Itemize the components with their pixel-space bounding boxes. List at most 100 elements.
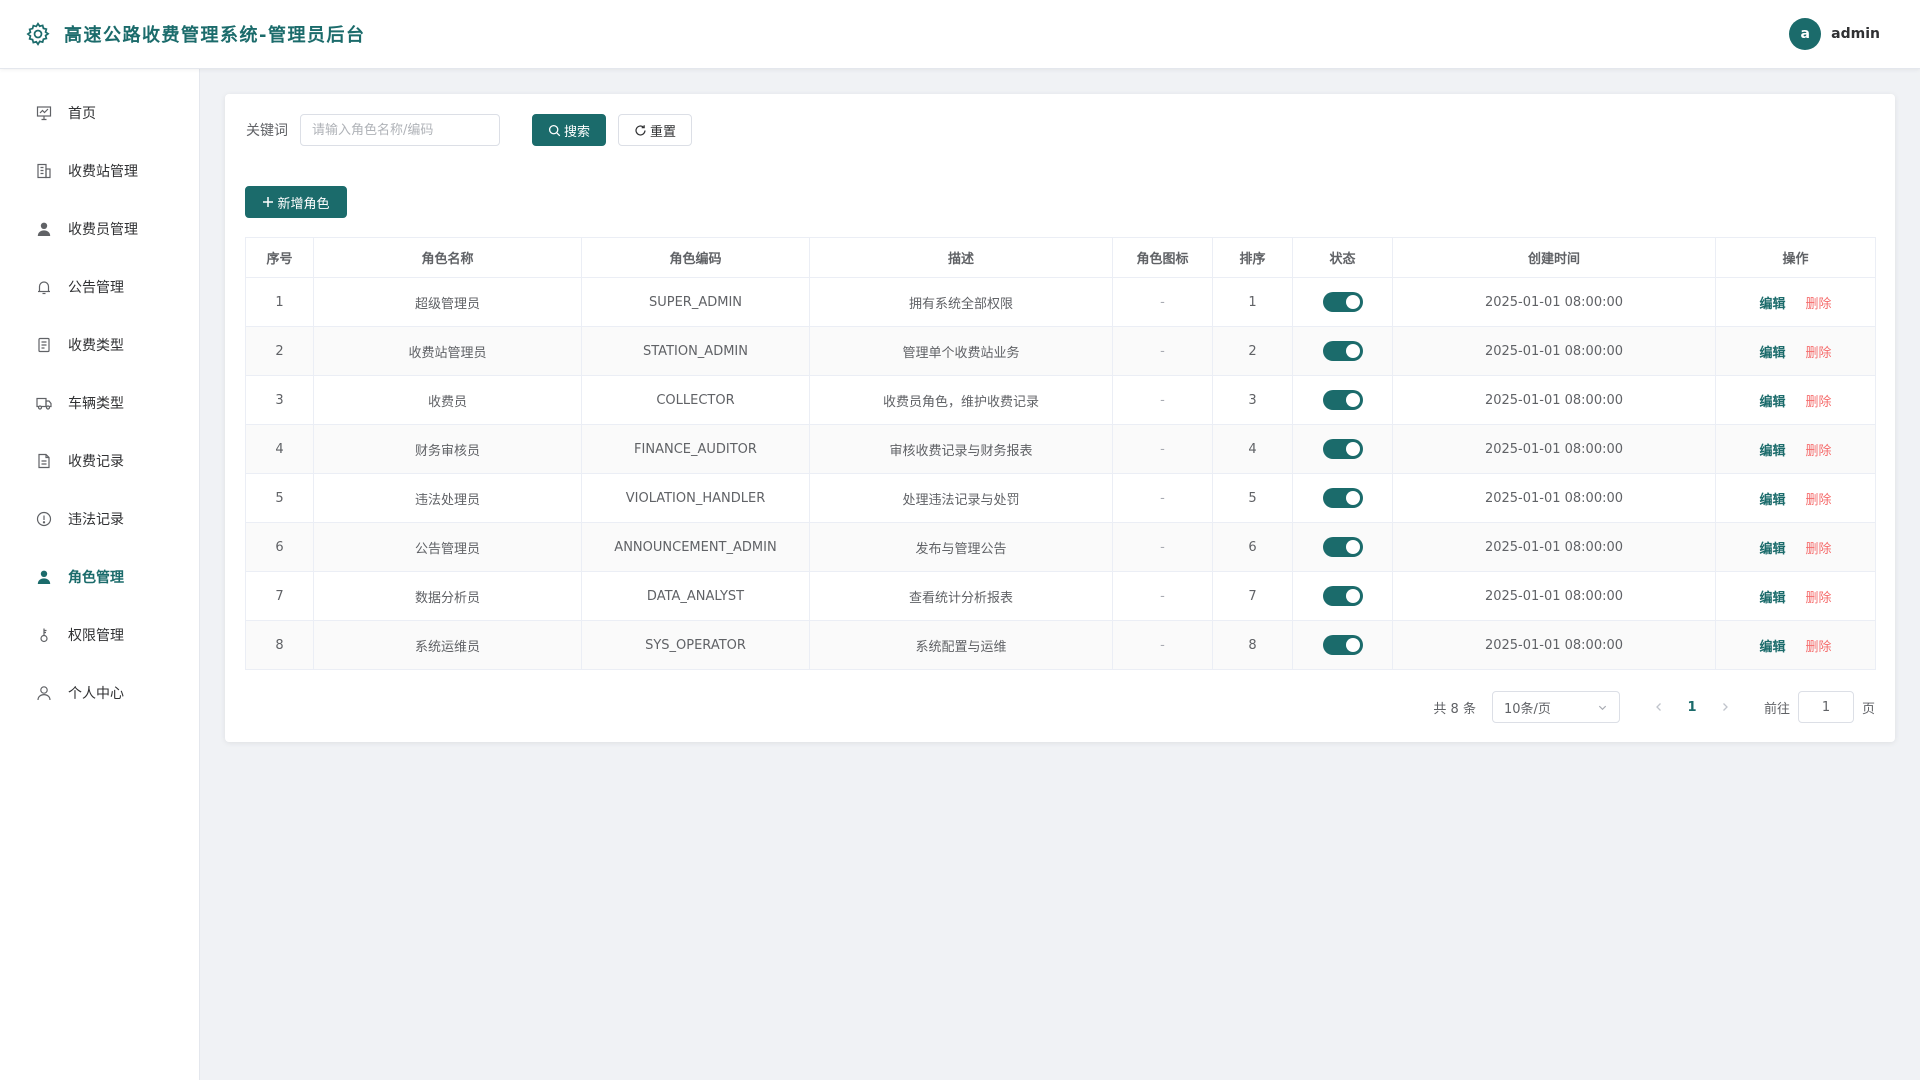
- page-number-button[interactable]: 1: [1677, 691, 1707, 723]
- sidebar-item-profile[interactable]: 个人中心: [0, 664, 199, 722]
- actions-cell: 编辑 删除: [1715, 375, 1876, 425]
- edit-button[interactable]: 编辑: [1759, 297, 1785, 312]
- role-code: COLLECTOR: [581, 375, 810, 425]
- chevron-right-icon: [1723, 703, 1728, 711]
- role-name: 系统运维员: [313, 620, 582, 670]
- created-time: 2025-01-01 08:00:00: [1392, 424, 1716, 474]
- edit-button[interactable]: 编辑: [1759, 346, 1785, 361]
- role-sort: 4: [1212, 424, 1293, 474]
- reset-button[interactable]: 重置: [618, 114, 692, 146]
- delete-button[interactable]: 删除: [1806, 444, 1832, 459]
- edit-button[interactable]: 编辑: [1759, 444, 1785, 459]
- sidebar-item-collectors[interactable]: 收费员管理: [0, 200, 199, 258]
- add-role-button-label: 新增角色: [277, 196, 330, 212]
- delete-button[interactable]: 删除: [1806, 591, 1832, 606]
- search-input[interactable]: [300, 114, 500, 146]
- table-row: 5 违法处理员 VIOLATION_HANDLER 处理违法记录与处罚 -5 2025-0…: [245, 473, 1876, 523]
- sidebar-item-announcements[interactable]: 公告管理: [0, 258, 199, 316]
- status-toggle[interactable]: [1322, 537, 1363, 557]
- prev-page-button[interactable]: [1644, 691, 1674, 723]
- sidebar-item-violations[interactable]: 违法记录: [0, 490, 199, 548]
- column-header: 状态: [1292, 237, 1393, 278]
- status-toggle[interactable]: [1322, 586, 1363, 606]
- list-doc-icon: [34, 335, 54, 355]
- table-row: 6 公告管理员 ANNOUNCEMENT_ADMIN 发布与管理公告 -6 2025-01…: [245, 522, 1876, 572]
- refresh-icon: [635, 124, 646, 136]
- role-icon-value: -: [1112, 424, 1213, 474]
- roles-table: 序号 角色名称 角色编码 描述 角色图标 排序 状态 创建时间 操作 1 超级管理…: [245, 237, 1876, 670]
- column-header: 角色编码: [581, 237, 810, 278]
- sidebar-item-fee-records[interactable]: 收费记录: [0, 432, 199, 490]
- table-row: 3 收费员 COLLECTOR 收费员角色，维护收费记录 -3 2025-01-01 08…: [245, 375, 1876, 425]
- edit-button[interactable]: 编辑: [1759, 395, 1785, 410]
- delete-button[interactable]: 删除: [1806, 493, 1832, 508]
- app-title: 高速公路收费管理系统-管理员后台: [64, 25, 366, 46]
- delete-button[interactable]: 删除: [1806, 640, 1832, 655]
- sidebar-item-label: 违法记录: [68, 512, 124, 528]
- edit-button[interactable]: 编辑: [1759, 640, 1785, 655]
- created-time: 2025-01-01 08:00:00: [1392, 620, 1716, 670]
- sidebar: 首页 收费站管理 收费员管理 公告管理 收费类型 车辆类型 收费记录 违法记录 …: [0, 69, 200, 1080]
- status-cell: [1292, 473, 1393, 523]
- username[interactable]: admin: [1831, 26, 1880, 42]
- delete-button[interactable]: 删除: [1806, 395, 1832, 410]
- user-menu[interactable]: a admin: [1789, 18, 1880, 50]
- row-index: 6: [245, 522, 314, 572]
- status-toggle[interactable]: [1322, 292, 1363, 312]
- user-outline-icon: [34, 683, 54, 703]
- status-toggle[interactable]: [1322, 439, 1363, 459]
- row-index: 2: [245, 326, 314, 376]
- status-toggle[interactable]: [1322, 390, 1363, 410]
- status-toggle[interactable]: [1322, 635, 1363, 655]
- building-icon: [34, 161, 54, 181]
- sidebar-item-permissions[interactable]: 权限管理: [0, 606, 199, 664]
- created-time: 2025-01-01 08:00:00: [1392, 522, 1716, 572]
- role-name: 违法处理员: [313, 473, 582, 523]
- status-toggle[interactable]: [1322, 341, 1363, 361]
- goto-page-input[interactable]: [1797, 691, 1854, 723]
- row-index: 1: [245, 277, 314, 327]
- delete-button[interactable]: 删除: [1806, 346, 1832, 361]
- sidebar-item-label: 公告管理: [68, 280, 124, 296]
- role-code: FINANCE_AUDITOR: [581, 424, 810, 474]
- search-bar: 关键词 搜索 重置: [246, 114, 692, 146]
- role-sort: 5: [1212, 473, 1293, 523]
- role-icon-value: -: [1112, 522, 1213, 572]
- edit-button[interactable]: 编辑: [1759, 493, 1785, 508]
- table-row: 7 数据分析员 DATA_ANALYST 查看统计分析报表 -7 2025-01-01 0…: [245, 571, 1876, 621]
- role-icon-value: -: [1112, 620, 1213, 670]
- search-icon: [548, 124, 561, 136]
- table-row: 8 系统运维员 SYS_OPERATOR 系统配置与运维 -8 2025-01-01 08…: [245, 620, 1876, 670]
- delete-button[interactable]: 删除: [1806, 542, 1832, 557]
- page-size-select[interactable]: 10条/页: [1491, 691, 1620, 723]
- truck-icon: [34, 393, 54, 413]
- row-index: 7: [245, 571, 314, 621]
- role-code: STATION_ADMIN: [581, 326, 810, 376]
- status-toggle[interactable]: [1322, 488, 1363, 508]
- page-size-value: 10条/页: [1503, 701, 1551, 717]
- role-code: SYS_OPERATOR: [581, 620, 810, 670]
- role-sort: 8: [1212, 620, 1293, 670]
- sidebar-item-fee-types[interactable]: 收费类型: [0, 316, 199, 374]
- next-page-button[interactable]: [1710, 691, 1740, 723]
- edit-button[interactable]: 编辑: [1759, 542, 1785, 557]
- sidebar-item-vehicle-types[interactable]: 车辆类型: [0, 374, 199, 432]
- sidebar-item-home[interactable]: 首页: [0, 84, 199, 142]
- table-header-row: 序号 角色名称 角色编码 描述 角色图标 排序 状态 创建时间 操作: [245, 237, 1876, 278]
- role-name: 财务审核员: [313, 424, 582, 474]
- delete-button[interactable]: 删除: [1806, 297, 1832, 312]
- status-cell: [1292, 571, 1393, 621]
- sidebar-item-label: 角色管理: [68, 570, 124, 586]
- add-role-button[interactable]: 新增角色: [245, 186, 347, 218]
- sidebar-item-roles[interactable]: 角色管理: [0, 548, 199, 606]
- role-icon-value: -: [1112, 375, 1213, 425]
- search-button[interactable]: 搜索: [532, 114, 606, 146]
- key-icon: [34, 625, 54, 645]
- status-cell: [1292, 424, 1393, 474]
- role-sort: 2: [1212, 326, 1293, 376]
- status-cell: [1292, 277, 1393, 327]
- sidebar-item-stations[interactable]: 收费站管理: [0, 142, 199, 200]
- edit-button[interactable]: 编辑: [1759, 591, 1785, 606]
- avatar[interactable]: a: [1789, 18, 1822, 50]
- column-header: 角色名称: [313, 237, 582, 278]
